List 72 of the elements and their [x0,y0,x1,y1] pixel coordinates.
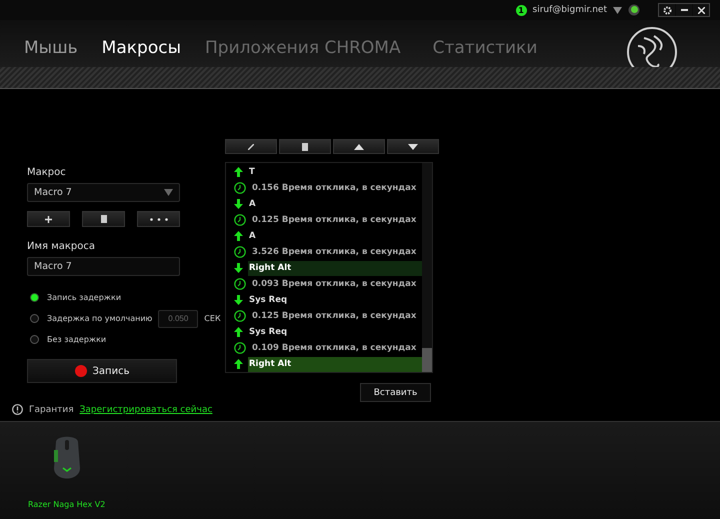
clock-icon [234,214,246,226]
macro-event[interactable]: Right Alt [248,356,422,372]
scrollbar-thumb[interactable] [422,348,432,372]
macro-event[interactable]: 0.093 Время отклика, в секундах [251,276,422,292]
macro-name-label: Имя макроса [27,241,96,252]
up-arrow-icon [234,167,243,177]
radio-button[interactable] [30,335,39,344]
minimize-button[interactable] [676,4,692,16]
macro-dropdown[interactable]: Macro 7 [27,183,180,202]
minimize-icon [680,9,688,11]
delay-input[interactable]: 0.050 [158,310,198,328]
record-button[interactable]: Запись [27,359,177,383]
radio-label: Без задержки [47,335,106,344]
close-button[interactable] [693,4,709,16]
down-arrow-icon [234,295,243,305]
insert-button[interactable]: Вставить [360,383,431,402]
notification-badge[interactable]: 1 [516,4,527,16]
plus-icon [45,216,52,222]
radio-label: Запись задержки [47,293,122,302]
down-triangle-icon [408,144,418,150]
close-icon [698,6,704,14]
up-arrow-icon [234,359,243,369]
down-arrow-icon [234,263,243,273]
clock-icon [234,342,246,354]
radio-button[interactable] [30,293,39,302]
delay-unit: СЕК [204,314,221,323]
device-name[interactable]: Razer Naga Hex V2 [28,500,106,509]
move-up-button[interactable] [333,139,385,154]
up-arrow-icon [234,231,243,241]
macro-event[interactable]: Sys Req [248,292,422,308]
macro-event[interactable]: T [248,164,422,180]
delete-macro-button[interactable] [82,211,125,227]
macro-event[interactable]: 0.109 Время отклика, в секундах [251,340,422,356]
trash-icon [100,215,106,223]
settings-button[interactable] [659,4,675,16]
warranty-label: Гарантия [29,404,74,414]
macro-event[interactable]: 0.125 Время отклика, в секундах [251,212,422,228]
clock-icon [234,246,246,258]
radio-label: Задержка по умолчанию [47,314,152,323]
register-link[interactable]: Зарегистрироваться сейчас [80,404,212,414]
record-dot-icon [74,365,87,377]
macro-event[interactable]: Right Alt [248,260,422,276]
add-macro-button[interactable] [27,211,70,227]
down-arrow-icon [234,199,243,209]
clock-icon [234,278,246,290]
macro-event[interactable]: A [248,196,422,212]
macro-event[interactable]: 0.125 Время отклика, в секундах [251,308,422,324]
move-down-button[interactable] [387,139,439,154]
macro-event[interactable]: A [248,228,422,244]
gear-icon [662,6,672,14]
radio-button[interactable] [30,314,39,323]
up-triangle-icon [354,144,364,150]
pencil-icon [248,144,254,150]
macro-name-input[interactable]: Macro 7 [27,257,180,276]
dropdown-caret-icon [164,189,173,196]
macro-event[interactable]: 0.156 Время отклика, в секундах [251,180,422,196]
macro-event[interactable]: 3.526 Время отклика, в секундах [251,244,422,260]
nav-tab[interactable]: Макросы [96,38,187,58]
dropdown-caret-icon[interactable] [613,6,622,14]
clock-icon [234,182,246,194]
more-dots-icon [150,218,168,220]
macro-label: Макрос [27,167,67,178]
nav-tab[interactable]: Мышь [10,38,92,58]
more-options-button[interactable] [137,211,180,227]
info-icon [12,404,23,415]
up-arrow-icon [234,327,243,337]
macro-event[interactable]: Sys Req [248,324,422,340]
delete-event-button[interactable] [279,139,331,154]
clock-icon [234,310,246,322]
status-orb-icon[interactable] [628,4,640,16]
trash-icon [302,142,308,150]
account-email[interactable]: siruf@bigmir.net [532,5,607,15]
